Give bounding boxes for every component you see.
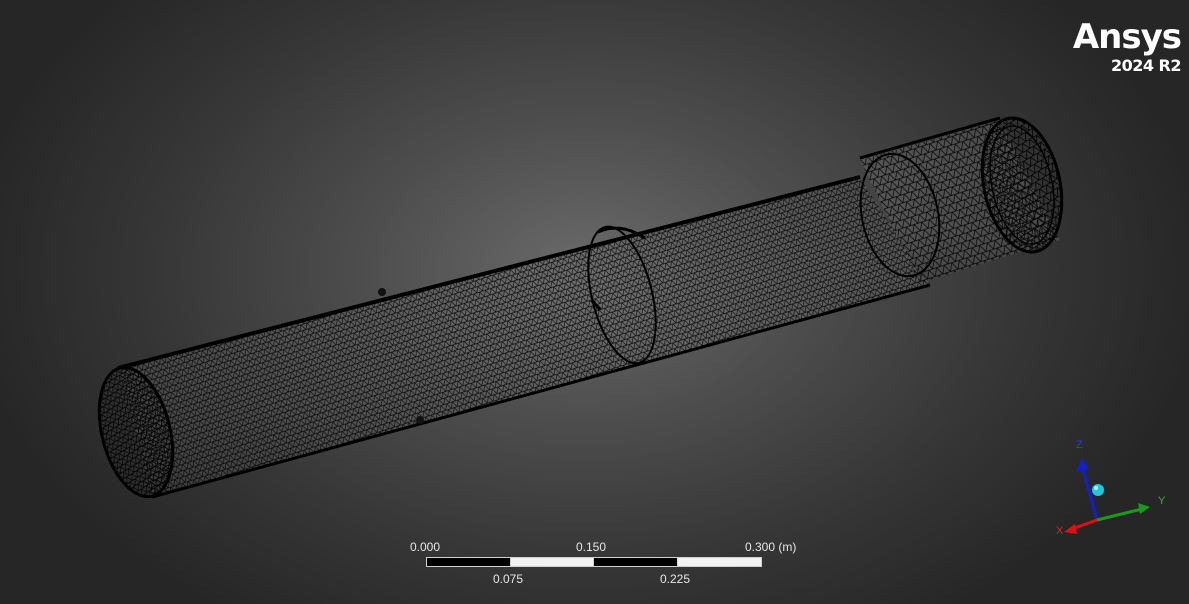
graphics-viewport[interactable]: Ansys 2024 R2 Z Y X 0.000 0.150 0.300 (m… [0,0,1189,604]
scale-label-075: 0.075 [493,572,524,586]
scale-label-0: 0.000 [410,540,441,554]
scale-label-300: 0.300 (m) [745,540,797,554]
triad-center-sphere[interactable] [1092,484,1104,496]
y-axis-arrow [1138,503,1150,514]
z-axis-arrow [1076,458,1088,472]
axis-triad[interactable]: Z Y X [1050,432,1170,542]
scale-label-150: 0.150 [576,540,607,554]
version-label: 2024 R2 [1110,56,1182,75]
main-tube[interactable] [87,175,931,504]
z-axis-label: Z [1076,439,1083,451]
ansys-brand: Ansys 2024 R2 [1072,17,1182,76]
scale-seg-4 [677,557,762,567]
x-axis-line [1071,518,1098,531]
scale-seg-1 [426,557,511,567]
mesh-model[interactable] [0,0,1189,604]
y-axis-label: Y [1158,495,1166,507]
scale-seg-2 [510,557,594,567]
x-axis-arrow [1064,524,1077,534]
scale-seg-3 [593,557,678,567]
x-axis-label: X [1056,525,1064,537]
mesh-nub-bottom [416,416,424,424]
scale-bar: 0.000 0.150 0.300 (m) 0.075 0.225 [400,538,810,588]
y-axis-line [1096,507,1143,522]
scale-label-225: 0.225 [660,572,691,586]
ansys-logo: Ansys [1072,17,1182,57]
mesh-nub-top [378,288,386,296]
